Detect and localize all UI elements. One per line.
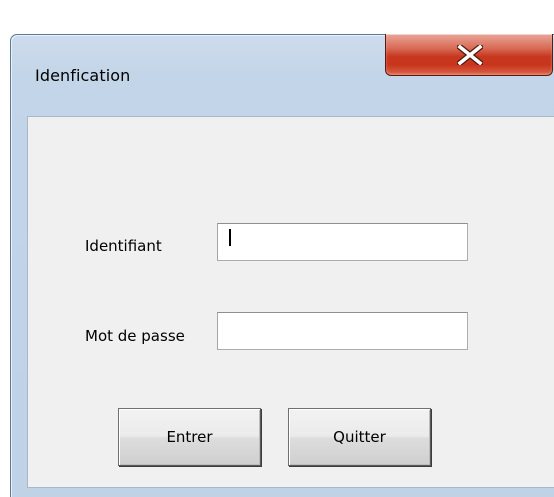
login-dialog-window: Idenfication Identifiant Mot de passe En… bbox=[10, 34, 554, 497]
enter-button[interactable]: Entrer bbox=[118, 408, 261, 466]
password-input[interactable] bbox=[217, 312, 468, 350]
quit-button[interactable]: Quitter bbox=[288, 408, 431, 466]
password-label: Mot de passe bbox=[85, 327, 185, 345]
identifiant-label: Identifiant bbox=[85, 237, 162, 255]
window-title: Idenfication bbox=[35, 66, 131, 85]
dialog-client-area: Identifiant Mot de passe Entrer Quitter bbox=[27, 116, 554, 488]
enter-button-label: Entrer bbox=[166, 428, 213, 446]
close-x-icon bbox=[457, 45, 483, 65]
identifiant-input[interactable] bbox=[217, 223, 468, 261]
text-caret bbox=[229, 229, 231, 246]
quit-button-label: Quitter bbox=[333, 428, 386, 446]
close-button[interactable] bbox=[385, 34, 553, 76]
